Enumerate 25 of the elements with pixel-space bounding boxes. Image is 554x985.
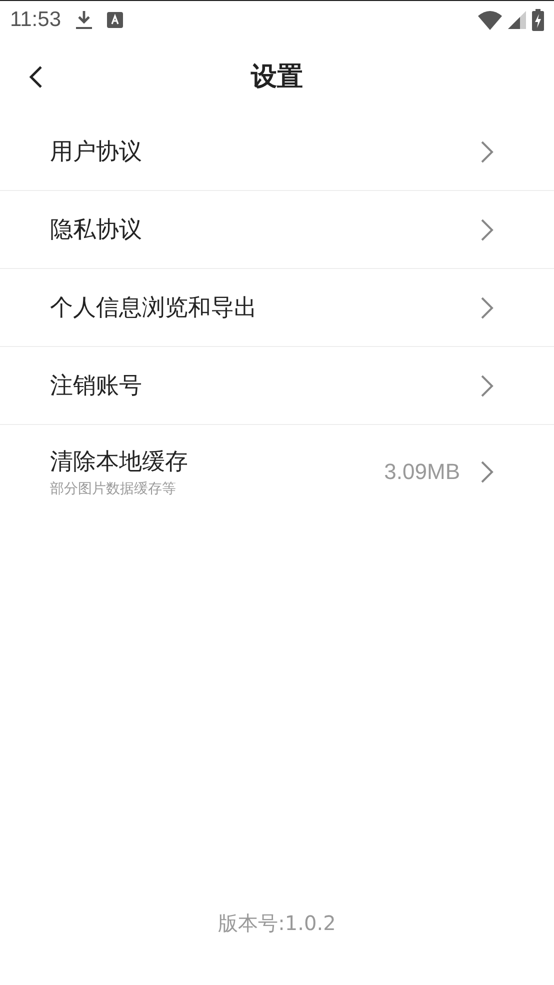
status-time: 11:53 — [10, 8, 61, 32]
settings-item[interactable]: 隐私协议 — [0, 191, 554, 269]
settings-item[interactable]: 清除本地缓存 部分图片数据缓存等 3.09MB — [0, 425, 554, 519]
item-label: 清除本地缓存 — [50, 448, 189, 477]
settings-item[interactable]: 个人信息浏览和导出 — [0, 269, 554, 347]
item-subtitle: 部分图片数据缓存等 — [50, 480, 177, 498]
chevron-right-icon — [480, 460, 494, 484]
download-icon — [75, 10, 93, 30]
settings-item[interactable]: 用户协议 — [0, 113, 554, 191]
item-label: 隐私协议 — [50, 216, 143, 245]
item-label: 注销账号 — [50, 372, 143, 401]
settings-item[interactable]: 注销账号 — [0, 347, 554, 425]
wifi-icon — [478, 10, 502, 30]
chevron-right-icon — [480, 218, 494, 242]
chevron-right-icon — [480, 296, 494, 320]
keyboard-app-icon — [107, 12, 123, 28]
signal-icon — [508, 11, 526, 29]
version-text: 版本号:1.0.2 — [218, 911, 336, 935]
battery-charging-icon — [532, 9, 544, 31]
item-label: 个人信息浏览和导出 — [50, 294, 258, 323]
chevron-right-icon — [480, 140, 494, 164]
item-label: 用户协议 — [50, 138, 143, 167]
chevron-right-icon — [480, 374, 494, 398]
page-title: 设置 — [251, 60, 303, 94]
cache-size: 3.09MB — [384, 459, 460, 485]
